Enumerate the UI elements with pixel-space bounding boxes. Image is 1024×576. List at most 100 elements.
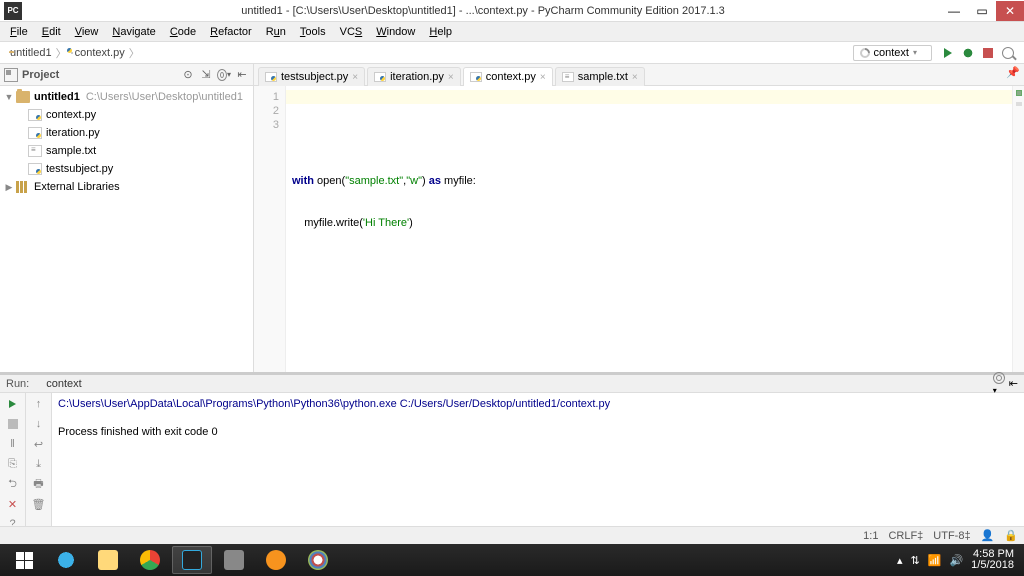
run-toolbar-primary: ‖ ⎘ ⮌ ✕ ? (0, 393, 26, 531)
tree-file[interactable]: testsubject.py (0, 160, 253, 178)
tree-file[interactable]: sample.txt (0, 142, 253, 160)
console-output[interactable]: C:\Users\User\AppData\Local\Programs\Pyt… (52, 393, 1024, 531)
run-config-dropdown[interactable]: context ▾ (853, 45, 932, 61)
print-button[interactable]: 🖶 (32, 477, 46, 491)
tab-iteration[interactable]: iteration.py × (367, 67, 461, 86)
tree-file[interactable]: context.py (0, 106, 253, 124)
file-encoding[interactable]: UTF-8‡ (933, 530, 970, 542)
code-line: with open("sample.txt","w") as myfile: (292, 174, 1006, 188)
search-icon (1002, 47, 1014, 59)
stop-button[interactable] (6, 417, 20, 431)
lock-icon[interactable]: 🔒 (1004, 529, 1018, 542)
statusbar: 1:1 CRLF‡ UTF-8‡ 👤 🔒 (0, 526, 1024, 544)
pause-button[interactable]: ‖ (6, 437, 20, 451)
tab-label: iteration.py (390, 71, 444, 83)
line-number: 3 (254, 118, 285, 132)
tab-sample[interactable]: sample.txt × (555, 67, 645, 86)
hide-button[interactable]: ⇤ (235, 68, 249, 82)
rerun-button[interactable] (6, 397, 20, 411)
menu-view[interactable]: View (69, 24, 105, 40)
error-stripe[interactable] (1012, 86, 1024, 372)
menu-file[interactable]: File (4, 24, 34, 40)
menu-run[interactable]: Run (260, 24, 292, 40)
scroll-to-end-button[interactable]: ⤓ (32, 457, 46, 471)
console-exit: Process finished with exit code 0 (58, 426, 218, 438)
chrome-icon (140, 550, 160, 570)
run-config-name: context (46, 378, 81, 390)
tree-root[interactable]: ▼ untitled1 C:\Users\User\Desktop\untitl… (0, 88, 253, 106)
menu-edit[interactable]: Edit (36, 24, 67, 40)
taskbar-app5[interactable] (214, 546, 254, 574)
close-icon[interactable]: × (448, 72, 454, 83)
volume-icon[interactable]: 🔊 (949, 554, 963, 567)
python-file-icon (71, 52, 73, 54)
menu-tools[interactable]: Tools (294, 24, 332, 40)
menu-window[interactable]: Window (370, 24, 421, 40)
code-area[interactable]: with open("sample.txt","w") as myfile: m… (286, 86, 1012, 372)
breadcrumb-file-label: context.py (75, 47, 125, 59)
inspection-marker-icon (1016, 90, 1022, 96)
inspection-indicator-icon[interactable]: 👤 (981, 529, 995, 542)
code-line (292, 132, 1006, 146)
taskbar-media[interactable] (256, 546, 296, 574)
taskbar-paint[interactable] (298, 546, 338, 574)
dump-threads-button[interactable]: ⎘ (6, 457, 20, 471)
down-stack-button[interactable]: ↓ (32, 417, 46, 431)
clear-all-button[interactable]: 🗑 (32, 497, 46, 511)
project-tree[interactable]: ▼ untitled1 C:\Users\User\Desktop\untitl… (0, 86, 253, 372)
search-everywhere-button[interactable] (1000, 45, 1016, 61)
taskbar-explorer[interactable] (88, 546, 128, 574)
close-button[interactable]: ✕ (996, 1, 1024, 21)
up-stack-button[interactable]: ↑ (32, 397, 46, 411)
minimize-button[interactable]: — (940, 1, 968, 21)
tab-testsubject[interactable]: testsubject.py × (258, 67, 365, 86)
run-hide-button[interactable]: ⇤ (1009, 377, 1018, 390)
scroll-from-source-button[interactable]: ⊙ (181, 68, 195, 82)
navbar: untitled1 〉 context.py 〉 context ▾ (0, 42, 1024, 64)
restore-layout-button[interactable]: ⮌ (6, 477, 20, 491)
run-config-icon (857, 45, 871, 59)
settings-button[interactable]: ▾ (217, 68, 231, 82)
taskbar-pycharm[interactable] (172, 546, 212, 574)
workarea: Project ⊙ ⇲ ▾ ⇤ ▼ untitled1 C:\Users\Use… (0, 64, 1024, 372)
network-icon[interactable]: ⇅ (911, 554, 920, 567)
pin-icon[interactable]: 📌 (1006, 66, 1020, 79)
menu-vcs[interactable]: VCS (334, 24, 369, 40)
menu-help[interactable]: Help (423, 24, 458, 40)
close-icon[interactable]: × (352, 72, 358, 83)
run-header-label: Run: (6, 378, 29, 390)
play-icon (944, 48, 952, 58)
clock[interactable]: 4:58 PM 1/5/2018 (971, 549, 1014, 571)
expand-icon[interactable]: ▶ (4, 182, 14, 193)
tray-up-icon[interactable]: ▴ (897, 554, 903, 567)
taskbar-chrome[interactable] (130, 546, 170, 574)
soft-wrap-button[interactable]: ↩ (32, 437, 46, 451)
debug-button[interactable] (960, 45, 976, 61)
line-separator[interactable]: CRLF‡ (888, 530, 923, 542)
tree-file[interactable]: iteration.py (0, 124, 253, 142)
maximize-button[interactable]: ▭ (968, 1, 996, 21)
breadcrumb-root[interactable]: untitled1 (6, 47, 54, 59)
system-tray[interactable]: ▴ ⇅ 📶 🔊 4:58 PM 1/5/2018 (897, 549, 1020, 571)
expand-icon[interactable]: ▼ (4, 92, 14, 102)
taskbar-ie[interactable] (46, 546, 86, 574)
code-line: myfile.write('Hi There') (292, 216, 1006, 230)
wifi-icon[interactable]: 📶 (928, 554, 942, 567)
close-icon[interactable]: × (632, 72, 638, 83)
tree-external-libs[interactable]: ▶ External Libraries (0, 178, 253, 196)
close-icon[interactable]: × (540, 72, 546, 83)
caret-position[interactable]: 1:1 (863, 530, 878, 542)
run-button[interactable] (940, 45, 956, 61)
menu-refactor[interactable]: Refactor (204, 24, 258, 40)
stop-button[interactable] (980, 45, 996, 61)
menu-navigate[interactable]: Navigate (106, 24, 161, 40)
folder-icon (16, 91, 30, 103)
menu-code[interactable]: Code (164, 24, 202, 40)
gutter[interactable]: 1 2 3 (254, 86, 286, 372)
run-settings-button[interactable]: ▾ (993, 372, 1005, 396)
collapse-all-button[interactable]: ⇲ (199, 68, 213, 82)
start-button[interactable] (4, 546, 44, 574)
breadcrumb-file[interactable]: context.py (69, 47, 127, 59)
close-run-button[interactable]: ✕ (6, 497, 20, 511)
tab-context[interactable]: context.py × (463, 67, 553, 86)
